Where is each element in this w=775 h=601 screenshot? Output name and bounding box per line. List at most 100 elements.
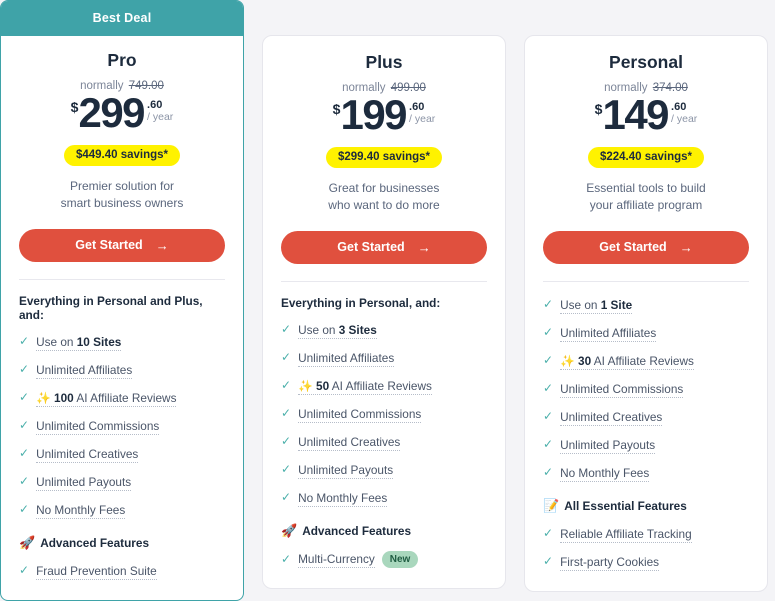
feature-text-wrapper: Unlimited Payouts: [560, 436, 656, 454]
pricing-plans-grid: Best Deal Pro normally 749.00 $299.60/ year…: [0, 0, 775, 601]
price-amount: 299: [78, 89, 145, 136]
features-group-heading: 📝 All Essential Features: [543, 498, 749, 514]
feature-suffix: AI Affiliate Reviews: [591, 353, 694, 368]
feature-text-wrapper: Multi-Currency New: [298, 550, 419, 568]
get-started-button[interactable]: Get Started →: [543, 230, 749, 264]
feature-label[interactable]: Use on 3 Sites: [298, 322, 377, 339]
feature-suffix: Multi-Currency: [298, 551, 375, 566]
feature-label[interactable]: Unlimited Creatives: [298, 434, 401, 451]
plan-card-personal: Personal normally 374.00 $149.60/ year $224…: [524, 35, 768, 592]
check-icon: ✓: [281, 405, 292, 420]
feature-item: ✓ Reliable Affiliate Tracking: [543, 525, 749, 543]
feature-label[interactable]: Unlimited Commissions: [298, 406, 422, 423]
feature-suffix: Reliable Affiliate Tracking: [560, 526, 692, 541]
feature-label[interactable]: No Monthly Fees: [298, 490, 388, 507]
feature-text-wrapper: ✨ 50 AI Affiliate Reviews: [298, 377, 432, 395]
check-icon: ✓: [19, 445, 30, 460]
feature-item: ✓ Unlimited Creatives: [543, 408, 749, 426]
feature-item: ✓ No Monthly Fees: [19, 501, 225, 519]
feature-label[interactable]: Unlimited Affiliates: [36, 362, 133, 379]
price-row: $199.60/ year: [281, 94, 487, 141]
price-side-group: .60/ year: [671, 101, 697, 126]
feature-label[interactable]: ✨ 50 AI Affiliate Reviews: [298, 378, 432, 395]
currency-symbol: $: [594, 101, 603, 117]
feature-item: ✓ Multi-Currency New: [281, 550, 487, 568]
feature-item: ✓ Unlimited Creatives: [19, 445, 225, 463]
features-list: ✓ Use on 1 Site ✓ Unlimited Affiliates ✓ ✨ 30…: [543, 282, 749, 591]
feature-suffix: Fraud Prevention Suite: [36, 563, 157, 578]
feature-label[interactable]: Unlimited Affiliates: [560, 325, 657, 342]
feature-item: ✓ ✨ 30 AI Affiliate Reviews: [543, 352, 749, 370]
feature-text-wrapper: Unlimited Payouts: [36, 473, 132, 491]
feature-item: ✓ Unlimited Payouts: [543, 436, 749, 454]
features-group-heading-text: Everything in Personal, and:: [281, 295, 441, 310]
features-group-heading: 🚀 Advanced Features: [281, 523, 487, 539]
feature-label[interactable]: Unlimited Affiliates: [298, 350, 395, 367]
get-started-button[interactable]: Get Started →: [19, 228, 225, 262]
feature-item: ✓ ✨ 50 AI Affiliate Reviews: [281, 377, 487, 395]
plan-tagline-line2: smart business owners: [60, 196, 184, 211]
feature-label[interactable]: Unlimited Creatives: [36, 446, 139, 463]
feature-label[interactable]: No Monthly Fees: [560, 465, 650, 482]
check-icon: ✓: [19, 473, 30, 488]
features-list: Everything in Personal and Plus, and: ✓ Us…: [19, 280, 225, 600]
feature-label[interactable]: First-party Cookies: [560, 554, 660, 571]
currency-symbol: $: [332, 101, 341, 117]
feature-label[interactable]: Unlimited Commissions: [560, 381, 684, 398]
feature-emphasis: 1 Site: [600, 297, 633, 312]
feature-label[interactable]: Unlimited Creatives: [560, 409, 663, 426]
feature-label[interactable]: Use on 10 Sites: [36, 334, 122, 351]
feature-suffix: No Monthly Fees: [36, 502, 126, 517]
get-started-button[interactable]: Get Started →: [281, 230, 487, 264]
plan-card-body: Plus normally 499.00 $199.60/ year $299.40 …: [263, 36, 505, 588]
feature-suffix: AI Affiliate Reviews: [73, 390, 177, 405]
check-icon: ✓: [19, 333, 30, 348]
feature-item: ✓ No Monthly Fees: [281, 489, 487, 507]
price-amount: 149: [602, 91, 669, 138]
price-side-group: .60/ year: [409, 101, 435, 126]
feature-item: ✓ Use on 10 Sites: [19, 333, 225, 351]
check-icon: ✓: [543, 436, 554, 451]
feature-label[interactable]: Unlimited Commissions: [36, 418, 160, 435]
check-icon: ✓: [281, 349, 292, 364]
check-icon: ✓: [543, 324, 554, 339]
feature-label[interactable]: Unlimited Payouts: [298, 462, 394, 479]
feature-suffix: Unlimited Affiliates: [36, 362, 133, 377]
feature-suffix: AI Affiliate Reviews: [329, 378, 432, 393]
get-started-label: Get Started: [337, 240, 405, 255]
feature-label[interactable]: Use on 1 Site: [560, 297, 633, 314]
feature-label[interactable]: Fraud Prevention Suite: [36, 563, 157, 580]
feature-label[interactable]: Reliable Affiliate Tracking: [560, 526, 692, 543]
features-group-heading-text: Advanced Features: [302, 523, 412, 538]
feature-label[interactable]: ✨ 30 AI Affiliate Reviews: [560, 353, 694, 370]
feature-label[interactable]: ✨ 100 AI Affiliate Reviews: [36, 390, 177, 407]
check-icon: ✓: [19, 562, 30, 577]
feature-suffix: Unlimited Affiliates: [298, 350, 395, 365]
feature-prefix: Use on: [298, 322, 339, 337]
feature-text-wrapper: Unlimited Payouts: [298, 461, 394, 479]
features-group-heading: 🚀 Advanced Features: [19, 535, 225, 551]
new-badge: New: [381, 551, 419, 568]
feature-suffix: Unlimited Affiliates: [560, 325, 657, 340]
feature-label[interactable]: Unlimited Payouts: [36, 474, 132, 491]
plan-card-body: Pro normally 749.00 $299.60/ year $449.40 s…: [1, 36, 243, 600]
plan-tagline-line1: Great for businesses: [328, 181, 440, 195]
feature-label[interactable]: Unlimited Payouts: [560, 437, 656, 454]
check-icon: ✓: [543, 464, 554, 479]
feature-item: ✓ Unlimited Commissions: [281, 405, 487, 423]
plan-tagline: Essential tools to build your affiliate p…: [543, 180, 749, 215]
feature-item: ✓ Unlimited Commissions: [543, 380, 749, 398]
feature-item: ✓ Use on 3 Sites: [281, 321, 487, 339]
feature-item: ✓ Unlimited Payouts: [281, 461, 487, 479]
feature-text-wrapper: Unlimited Creatives: [298, 433, 401, 451]
feature-text-wrapper: Unlimited Affiliates: [298, 349, 395, 367]
feature-suffix: Unlimited Commissions: [298, 406, 422, 421]
feature-label[interactable]: Multi-Currency: [298, 551, 375, 568]
sparkles-icon: ✨: [36, 390, 51, 405]
check-icon: ✓: [543, 408, 554, 423]
currency-symbol: $: [70, 99, 79, 115]
check-icon: ✓: [19, 417, 30, 432]
plan-card-plus: Plus normally 499.00 $199.60/ year $299.40 …: [262, 35, 506, 589]
plan-name: Pro: [107, 50, 137, 70]
plan-card-body: Personal normally 374.00 $149.60/ year $224…: [525, 36, 767, 591]
